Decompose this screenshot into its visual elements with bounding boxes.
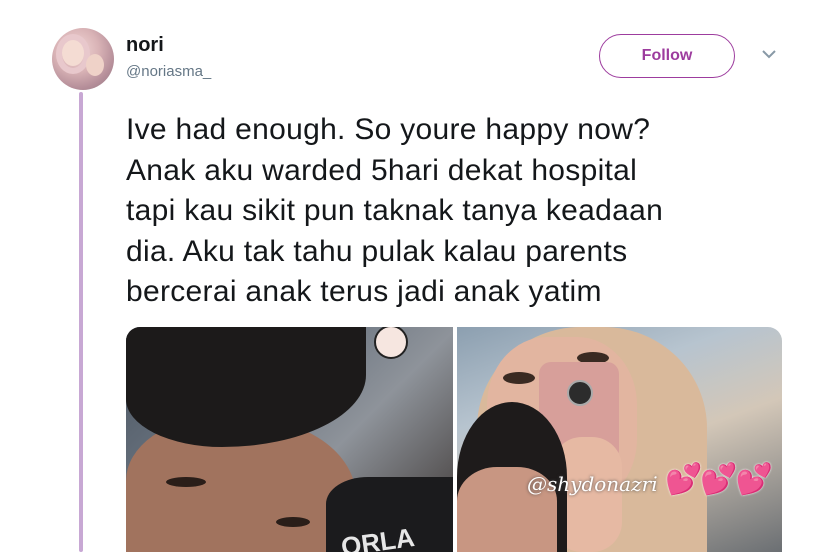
photo-eye: [503, 372, 535, 384]
tweet-text-line: Anak aku warded 5hari dekat hospital: [126, 153, 638, 187]
thread-line: [79, 92, 83, 552]
tweet-text-line: Ive had enough. So youre happy now?: [126, 113, 651, 146]
tweet-photo-right[interactable]: @shydonazri 💕💕💕: [457, 327, 782, 552]
follow-button[interactable]: Follow: [599, 34, 735, 78]
chevron-down-icon[interactable]: [760, 48, 778, 60]
tweet-text-line: dia. Aku tak tahu pulak kalau parents: [126, 234, 628, 268]
photo-hair: [126, 327, 366, 447]
tweet-text-line: bercerai anak terus jadi anak yatim: [126, 275, 602, 308]
avatar[interactable]: [52, 28, 114, 90]
tweet-photo-left[interactable]: ORLA: [126, 327, 453, 552]
avatar-face-child: [86, 54, 104, 76]
sticker-avatar-icon: [374, 327, 408, 359]
photo-phone-camera: [567, 380, 593, 406]
photo-watermark: @shydonazri: [527, 472, 658, 496]
tweet-text-line: tapi kau sikit pun taknak tanya keadaan: [126, 194, 664, 227]
tweet-text: Ive had enough. So youre happy now? Anak…: [126, 110, 806, 313]
heart-sticker-icon: 💕💕💕: [665, 462, 773, 497]
display-name[interactable]: nori: [126, 34, 164, 57]
photo-eye: [166, 477, 206, 487]
avatar-face-adult: [62, 40, 84, 66]
photo-eye: [276, 517, 310, 527]
user-handle[interactable]: @noriasma_: [126, 63, 211, 80]
